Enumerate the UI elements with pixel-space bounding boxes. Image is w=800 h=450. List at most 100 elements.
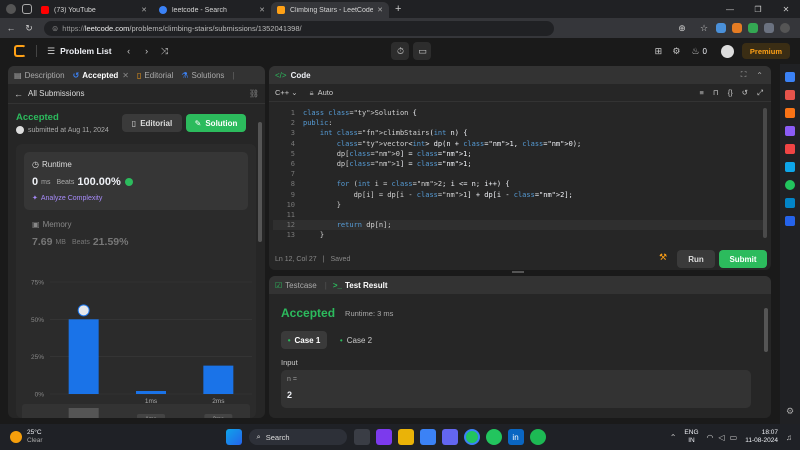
code-line[interactable]: 4 class="ty">vector<int> dp(n + class="n… <box>273 139 763 149</box>
windows-start-icon[interactable] <box>225 429 242 445</box>
notification-bell-icon[interactable]: ♫ <box>786 433 792 442</box>
back-icon[interactable]: ← <box>4 23 18 33</box>
code-line[interactable]: 12 return dp[n]; <box>273 220 763 231</box>
chart-bar-0ms[interactable] <box>68 319 99 394</box>
extension-icon[interactable] <box>716 23 726 33</box>
tab-youtube[interactable]: (73) YouTube ✕ <box>35 2 153 18</box>
wifi-icon[interactable]: ◠ <box>707 433 714 442</box>
tab-description[interactable]: ▤ Description <box>14 71 65 80</box>
chart-bar-2ms[interactable] <box>203 365 234 394</box>
tab-accepted[interactable]: ↺ Accepted ✕ <box>73 71 129 80</box>
fullscreen-icon[interactable]: ⤢ <box>757 88 763 98</box>
chart-overview-window[interactable] <box>68 408 99 418</box>
code-line[interactable]: 7 <box>273 169 763 179</box>
code-line[interactable]: 2 public: <box>273 118 763 128</box>
refresh-icon[interactable]: ↻ <box>22 23 36 34</box>
store-icon[interactable] <box>419 429 436 445</box>
bookmark-icon[interactable]: ⊓ <box>713 88 719 97</box>
minimize-icon[interactable]: — <box>716 5 744 14</box>
taskbar-search[interactable]: ⌕ Search <box>248 429 347 445</box>
link-icon[interactable]: ⛓ <box>249 89 259 98</box>
notes-icon[interactable]: ▭ <box>413 42 432 60</box>
sidebar-app-icon[interactable] <box>785 144 795 154</box>
teams-icon[interactable] <box>375 429 392 445</box>
battery-icon[interactable]: ▭ <box>730 433 738 442</box>
sidebar-app-icon[interactable] <box>785 108 795 118</box>
collapse-icon[interactable]: ⌃ <box>756 71 763 80</box>
expand-icon[interactable]: ⛶ <box>741 70 747 80</box>
language-select[interactable]: C++ ⌄ <box>275 88 298 97</box>
all-submissions-link[interactable]: All Submissions <box>28 89 84 98</box>
maximize-icon[interactable]: ❐ <box>744 5 772 14</box>
editorial-button[interactable]: ▯ Editorial <box>122 114 182 132</box>
panel-resize-handle[interactable] <box>512 271 524 273</box>
case-2-tab[interactable]: • Case 2 <box>333 331 379 349</box>
file-explorer-icon[interactable] <box>397 429 414 445</box>
spotify-icon[interactable] <box>529 429 546 445</box>
memory-card[interactable]: ▣ Memory 7.69 MB Beats 21.59% <box>24 216 248 256</box>
window-close-icon[interactable]: ✕ <box>772 5 800 14</box>
premium-button[interactable]: Premium <box>741 43 791 59</box>
solution-button[interactable]: ✎ Solution <box>186 114 246 132</box>
tab-editorial[interactable]: ▯ Editorial <box>137 71 173 80</box>
weather-widget[interactable]: 25°C Clear <box>10 429 43 445</box>
code-line[interactable]: 13 } <box>273 230 763 240</box>
prev-problem-icon[interactable]: ‹ <box>120 42 138 60</box>
bookmark-star-icon[interactable]: ☆ <box>695 23 713 34</box>
sidebar-whatsapp-icon[interactable] <box>785 180 795 190</box>
sidebar-app-icon[interactable] <box>785 90 795 100</box>
code-line[interactable]: 8 for (int i = class="nm">2; i <= n; i++… <box>273 179 763 189</box>
app-icon[interactable] <box>441 429 458 445</box>
case-1-tab[interactable]: • Case 1 <box>281 331 327 349</box>
close-icon[interactable]: ✕ <box>122 71 129 80</box>
task-view-icon[interactable] <box>353 429 370 445</box>
close-icon[interactable]: ✕ <box>141 6 147 14</box>
code-line[interactable]: 11 <box>273 210 763 220</box>
runtime-card[interactable]: ◷ Runtime 0 ms Beats 100.00% ✦ Analyze Com… <box>24 152 248 210</box>
close-icon[interactable]: ✕ <box>259 6 265 14</box>
url-field[interactable]: ⊜ https://leetcode.com/problems/climbing… <box>44 20 554 36</box>
shuffle-icon[interactable]: ⤨ <box>156 42 174 60</box>
result-scrollbar[interactable] <box>764 308 768 352</box>
reset-icon[interactable]: ↺ <box>742 88 748 97</box>
layout-icon[interactable]: ⊞ <box>649 42 667 60</box>
sidebar-outlook-icon[interactable] <box>785 216 795 226</box>
leetcode-logo-icon[interactable] <box>14 45 26 57</box>
settings-icon[interactable]: ⚙ <box>667 42 685 60</box>
code-line[interactable]: 6 dp[class="nm">1] = class="nm">1; <box>273 159 763 169</box>
code-line[interactable]: 5 dp[class="nm">0] = class="nm">1; <box>273 149 763 159</box>
problem-list-button[interactable]: ☰ Problem List <box>47 46 112 57</box>
code-line[interactable]: 10 } <box>273 200 763 210</box>
next-problem-icon[interactable]: › <box>138 42 156 60</box>
tab-leetcode[interactable]: Climbing Stairs - LeetCode ✕ <box>271 2 389 18</box>
run-button[interactable]: Run <box>677 250 715 268</box>
volume-icon[interactable]: ◁ <box>719 433 725 442</box>
tab-solutions[interactable]: ⚗ Solutions <box>181 71 224 80</box>
sidebar-app-icon[interactable] <box>785 198 795 208</box>
auto-mode-toggle[interactable]: Auto <box>318 88 333 97</box>
sidebar-app-icon[interactable] <box>785 126 795 136</box>
format-icon[interactable]: ≡ <box>699 88 703 97</box>
linkedin-icon[interactable]: in <box>507 429 524 445</box>
code-line[interactable]: 9 dp[i] = dp[i - class="nm">1] + dp[i - … <box>273 190 763 200</box>
editor-scrollbar[interactable] <box>763 108 767 238</box>
chart-bar-1ms[interactable] <box>136 391 166 394</box>
workspaces-icon[interactable] <box>22 4 32 14</box>
extensions-puzzle-icon[interactable] <box>764 23 774 33</box>
clock[interactable]: 18:07 11-08-2024 <box>745 429 778 445</box>
code-line[interactable]: 3 int class="fn">climbStairs(int n) { <box>273 128 763 138</box>
whatsapp-icon[interactable] <box>485 429 502 445</box>
zoom-icon[interactable]: ⊕ <box>673 23 691 34</box>
streak-counter[interactable]: ♨ 0 <box>691 46 707 57</box>
sidebar-search-icon[interactable] <box>785 72 795 82</box>
left-scrollbar[interactable] <box>258 122 262 242</box>
profile-avatar-icon[interactable] <box>780 23 790 33</box>
analyze-complexity-link[interactable]: ✦ Analyze Complexity <box>32 194 102 203</box>
extension-icon[interactable] <box>748 23 758 33</box>
back-arrow-icon[interactable]: ← <box>14 89 23 99</box>
chrome-icon[interactable] <box>463 429 480 445</box>
language-indicator[interactable]: ENG IN <box>684 429 698 445</box>
tray-chevron-icon[interactable]: ⌃ <box>670 433 677 442</box>
more-tabs-icon[interactable]: | <box>232 71 234 80</box>
extension-icon[interactable] <box>732 23 742 33</box>
